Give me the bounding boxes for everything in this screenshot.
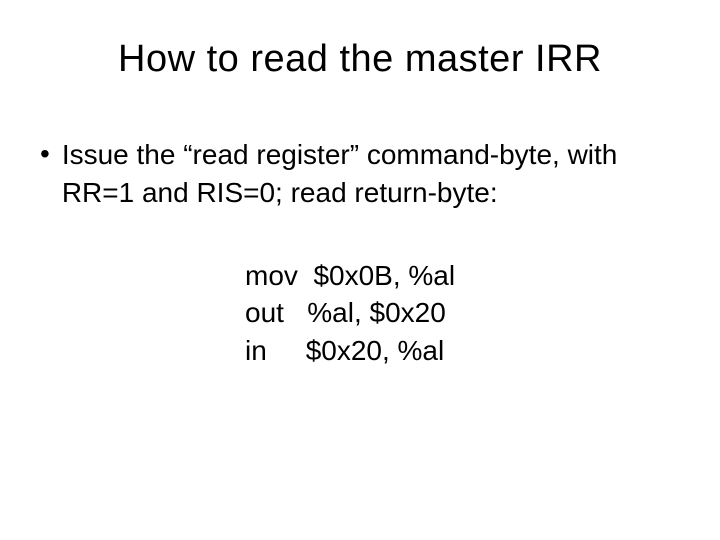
code-line-1: mov $0x0B, %al <box>245 257 720 295</box>
code-line-3: in $0x20, %al <box>245 332 720 370</box>
bullet-list: • Issue the “read register” command-byte… <box>0 136 720 212</box>
bullet-dot-icon: • <box>40 136 50 172</box>
bullet-text: Issue the “read register” command-byte, … <box>62 136 680 212</box>
slide-title: How to read the master IRR <box>0 0 720 81</box>
code-block: mov $0x0B, %al out %al, $0x20 in $0x20, … <box>0 257 720 370</box>
code-line-2: out %al, $0x20 <box>245 294 720 332</box>
bullet-item: • Issue the “read register” command-byte… <box>40 136 680 212</box>
slide: How to read the master IRR • Issue the “… <box>0 0 720 540</box>
